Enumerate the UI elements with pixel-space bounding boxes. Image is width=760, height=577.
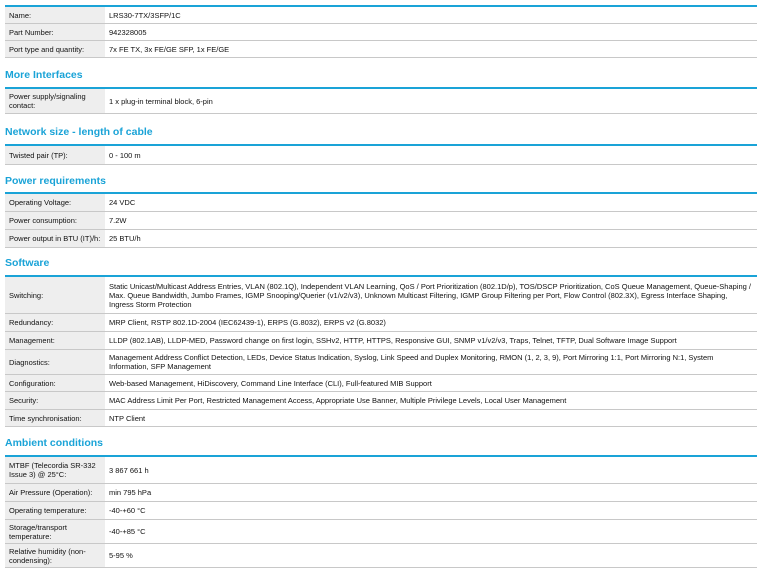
table-row: Redundancy: MRP Client, RSTP 802.1D-2004…: [5, 314, 757, 332]
row-value: -40-+60 °C: [105, 502, 757, 519]
power-table: Operating Voltage: 24 VDC Power consumpt…: [5, 192, 757, 248]
row-label: Twisted pair (TP):: [5, 146, 105, 164]
row-value: 3 867 661 h: [105, 457, 757, 483]
row-value: 5-95 %: [105, 544, 757, 567]
row-value: 0 - 100 m: [105, 146, 757, 164]
table-row: Name: LRS30-7TX/3SFP/1C: [5, 7, 757, 24]
row-label: Part Number:: [5, 24, 105, 40]
table-row: Time synchronisation: NTP Client: [5, 410, 757, 427]
row-label: Operating Voltage:: [5, 194, 105, 211]
table-row: Power supply/signaling contact: 1 x plug…: [5, 89, 757, 114]
row-label: Time synchronisation:: [5, 410, 105, 426]
section-title-software: Software: [5, 257, 50, 269]
row-label: Security:: [5, 392, 105, 409]
row-label: Air Pressure (Operation):: [5, 484, 105, 501]
table-row: Switching: Static Unicast/Multicast Addr…: [5, 277, 757, 314]
table-row: Configuration: Web-based Management, HiD…: [5, 375, 757, 392]
table-row: MTBF (Telecordia SR-332 Issue 3) @ 25°C:…: [5, 457, 757, 484]
row-label: Power consumption:: [5, 212, 105, 229]
row-value: LLDP (802.1AB), LLDP-MED, Password chang…: [105, 332, 757, 349]
general-table: Name: LRS30-7TX/3SFP/1C Part Number: 942…: [5, 5, 757, 58]
table-row: Port type and quantity: 7x FE TX, 3x FE/…: [5, 41, 757, 58]
row-label: Operating temperature:: [5, 502, 105, 519]
table-row: Relative humidity (non-condensing): 5-95…: [5, 544, 757, 568]
table-row: Part Number: 942328005: [5, 24, 757, 41]
row-label: Power output in BTU (IT)/h:: [5, 230, 105, 247]
ambient-table: MTBF (Telecordia SR-332 Issue 3) @ 25°C:…: [5, 455, 757, 568]
table-row: Power output in BTU (IT)/h: 25 BTU/h: [5, 230, 757, 248]
row-value: 942328005: [105, 24, 757, 40]
table-row: Security: MAC Address Limit Per Port, Re…: [5, 392, 757, 410]
row-label: Configuration:: [5, 375, 105, 391]
software-table: Switching: Static Unicast/Multicast Addr…: [5, 275, 757, 427]
row-label: MTBF (Telecordia SR-332 Issue 3) @ 25°C:: [5, 457, 105, 483]
table-row: Air Pressure (Operation): min 795 hPa: [5, 484, 757, 502]
row-value: -40-+85 °C: [105, 520, 757, 543]
table-row: Power consumption: 7.2W: [5, 212, 757, 230]
more-interfaces-table: Power supply/signaling contact: 1 x plug…: [5, 87, 757, 114]
row-value: Static Unicast/Multicast Address Entries…: [105, 277, 757, 313]
section-title-power: Power requirements: [5, 175, 106, 187]
row-label: Switching:: [5, 277, 105, 313]
row-label: Power supply/signaling contact:: [5, 89, 105, 113]
row-value: MRP Client, RSTP 802.1D-2004 (IEC62439-1…: [105, 314, 757, 331]
row-label: Name:: [5, 7, 105, 23]
row-value: min 795 hPa: [105, 484, 757, 501]
row-label: Redundancy:: [5, 314, 105, 331]
row-label: Management:: [5, 332, 105, 349]
table-row: Diagnostics: Management Address Conflict…: [5, 350, 757, 375]
table-row: Operating temperature: -40-+60 °C: [5, 502, 757, 520]
row-value: NTP Client: [105, 410, 757, 426]
row-value: MAC Address Limit Per Port, Restricted M…: [105, 392, 757, 409]
row-value: LRS30-7TX/3SFP/1C: [105, 7, 757, 23]
table-row: Management: LLDP (802.1AB), LLDP-MED, Pa…: [5, 332, 757, 350]
network-size-table: Twisted pair (TP): 0 - 100 m: [5, 144, 757, 165]
row-label: Relative humidity (non-condensing):: [5, 544, 105, 567]
row-label: Port type and quantity:: [5, 41, 105, 57]
product-spec-page: Name: LRS30-7TX/3SFP/1C Part Number: 942…: [0, 0, 760, 577]
row-value: 25 BTU/h: [105, 230, 757, 247]
row-value: 24 VDC: [105, 194, 757, 211]
section-title-more-interfaces: More Interfaces: [5, 69, 83, 81]
section-title-ambient: Ambient conditions: [5, 437, 103, 449]
row-value: Web-based Management, HiDiscovery, Comma…: [105, 375, 757, 391]
table-row: Twisted pair (TP): 0 - 100 m: [5, 146, 757, 165]
table-row: Storage/transport temperature: -40-+85 °…: [5, 520, 757, 544]
row-label: Diagnostics:: [5, 350, 105, 374]
row-value: 7.2W: [105, 212, 757, 229]
row-value: 1 x plug-in terminal block, 6-pin: [105, 89, 757, 113]
section-title-network-size: Network size - length of cable: [5, 126, 153, 138]
row-label: Storage/transport temperature:: [5, 520, 105, 543]
table-row: Operating Voltage: 24 VDC: [5, 194, 757, 212]
row-value: 7x FE TX, 3x FE/GE SFP, 1x FE/GE: [105, 41, 757, 57]
row-value: Management Address Conflict Detection, L…: [105, 350, 757, 374]
